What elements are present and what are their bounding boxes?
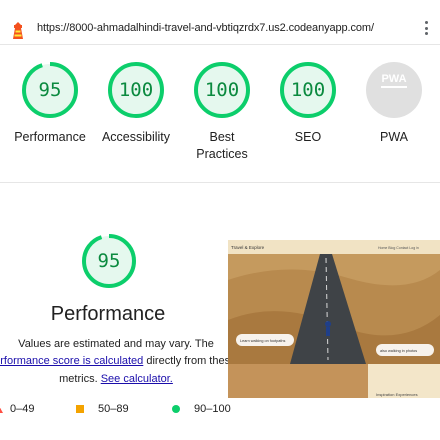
page-screenshot: Travel & Explore Home Blog Contact Log i… [228,240,440,398]
header-divider [0,44,440,45]
performance-score: 95 [38,79,62,101]
pwa-badge-icon: PWA [366,62,422,118]
shot-brand: Travel & Explore [231,245,265,250]
best-practices-label: Best Practices [196,130,248,161]
perf-note-line2-rest: directly from these [143,355,237,367]
shot-footer: Inspiration Experiences [376,392,418,397]
accessibility-score: 100 [118,79,154,101]
legend-fail-range: 0–49 [10,403,35,415]
accessibility-label: Accessibility [101,130,171,144]
gauge-seo[interactable]: 100 [278,60,338,120]
gauge-best-practices[interactable]: 100 [192,60,252,120]
page-url[interactable]: https://8000-ahmadalhindi-travel-and-vbt… [37,22,374,34]
shot-nav: Home Blog Contact Log in [378,246,419,250]
fail-triangle-icon [0,404,3,413]
desert-road-image: Travel & Explore Home Blog Contact Log i… [228,240,440,398]
gauge-accessibility[interactable]: 100 [106,60,166,120]
section-divider [0,182,440,183]
shot-bubble-2: also walking in photos [380,349,417,353]
perf-note-line1: Values are estimated and may vary. The [18,338,214,350]
kebab-menu-icon[interactable] [424,21,428,35]
pwa-badge-text: PWA [381,73,406,85]
legend-pass-range: 90–100 [194,403,231,415]
gauge-performance[interactable]: 95 [20,60,80,120]
perf-note-line3-pre: metrics. [59,373,101,385]
legend-average-range: 50–89 [98,403,129,415]
average-square-icon [76,405,84,413]
perf-note-line3: metrics. See calculator. [0,371,232,387]
seo-label: SEO [294,130,322,144]
lighthouse-icon [13,22,23,39]
pwa-label: PWA [379,130,408,144]
gauge-pwa[interactable]: PWA [364,60,424,120]
shot-bubble-1: Learn walking on footpaths [240,339,285,343]
see-calculator-link[interactable]: See calculator. [101,373,173,385]
best-practices-score: 100 [204,79,240,101]
seo-score: 100 [290,79,326,101]
pass-circle-icon [172,405,180,413]
performance-label: Performance [14,130,86,144]
score-calculation-link[interactable]: performance score is calculated [0,355,143,367]
performance-heading: Performance [50,303,166,325]
perf-note-line2: performance score is calculated directly… [0,353,236,369]
performance-big-score: 95 [97,250,121,272]
